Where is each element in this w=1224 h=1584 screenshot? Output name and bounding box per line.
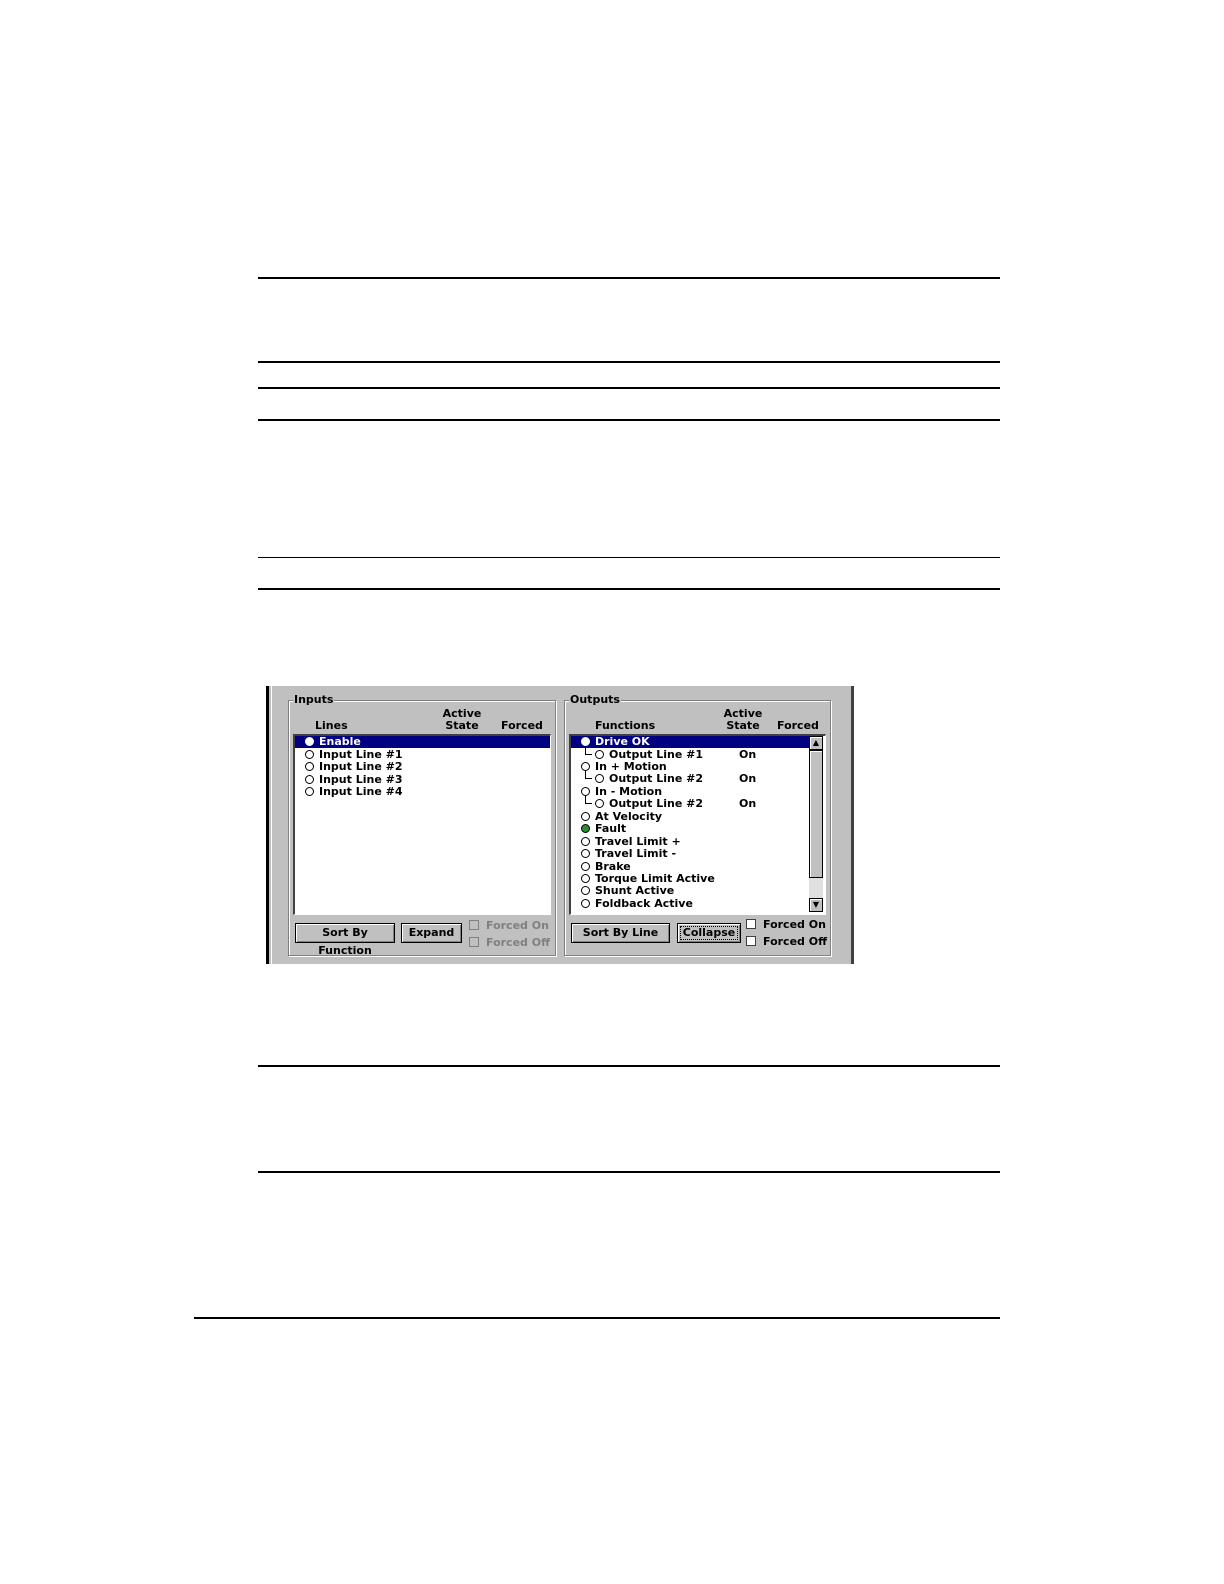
- inputs-forced-on-checkbox[interactable]: Forced On: [469, 919, 553, 933]
- status-circle-icon: [581, 862, 590, 871]
- status-circle-icon: [305, 762, 314, 771]
- checkbox-box: [746, 919, 756, 929]
- footer-rule: [194, 1317, 1000, 1319]
- status-circle-icon: [305, 787, 314, 796]
- tree-connector: [585, 747, 592, 755]
- status-circle-icon: [305, 775, 314, 784]
- inputs-forced-off-checkbox[interactable]: Forced Off: [469, 936, 553, 950]
- scrollbar-thumb[interactable]: [809, 750, 823, 878]
- inputs-group-title: Inputs: [293, 693, 335, 707]
- list-item[interactable]: Shunt Active: [571, 885, 809, 897]
- status-circle-icon: [581, 762, 590, 771]
- checkbox-box: [746, 936, 756, 946]
- sort-by-function-button[interactable]: Sort By Function: [295, 923, 395, 957]
- list-item[interactable]: Fault: [571, 823, 809, 835]
- status-circle-icon: [581, 812, 590, 821]
- outputs-group-title: Outputs: [569, 693, 621, 707]
- list-item[interactable]: Foldback Active: [571, 898, 809, 910]
- outputs-col-active-state: Active State: [723, 707, 763, 732]
- checkbox-box: [469, 937, 479, 947]
- status-circle-icon: [595, 799, 604, 808]
- inputs-col-forced: Forced: [501, 719, 543, 732]
- status-circle-icon: [595, 774, 604, 783]
- outputs-group: Outputs Functions Active State Forced Dr…: [564, 693, 831, 956]
- list-item[interactable]: Drive OK: [571, 736, 809, 748]
- io-dialog-screenshot: Inputs Lines Active State Forced Enable …: [266, 686, 867, 964]
- status-circle-icon: [581, 787, 590, 796]
- list-item[interactable]: Input Line #2: [295, 761, 550, 773]
- list-item[interactable]: Output Line #2 On: [571, 796, 809, 810]
- window-edge: [266, 686, 269, 964]
- status-circle-icon: [581, 886, 590, 895]
- horizontal-rule: [258, 419, 1000, 421]
- status-circle-icon: [581, 737, 590, 746]
- outputs-forced-on-checkbox[interactable]: Forced On: [746, 918, 826, 932]
- inputs-group: Inputs Lines Active State Forced Enable …: [288, 693, 556, 957]
- status-circle-icon: [581, 899, 590, 908]
- outputs-col-functions: Functions: [595, 719, 656, 732]
- tree-connector: [585, 771, 592, 779]
- outputs-listbox[interactable]: Drive OK Output Line #1 On In + Motion O…: [569, 734, 826, 915]
- list-item[interactable]: Output Line #2 On: [571, 771, 809, 785]
- status-circle-icon: [581, 837, 590, 846]
- sort-by-line-button[interactable]: Sort By Line: [571, 923, 670, 943]
- inputs-listbox[interactable]: Enable Input Line #1 Input Line #2 Input…: [293, 734, 551, 915]
- outputs-col-forced: Forced: [777, 719, 819, 732]
- horizontal-rule: [258, 557, 1000, 558]
- horizontal-rule: [258, 277, 1000, 279]
- horizontal-rule: [258, 1065, 1000, 1067]
- status-circle-icon: [581, 874, 590, 883]
- inputs-col-active-state: Active State: [442, 707, 482, 732]
- horizontal-rule: [258, 588, 1000, 590]
- collapse-button[interactable]: Collapse: [677, 923, 741, 943]
- scroll-up-arrow-icon[interactable]: ▲: [809, 736, 823, 750]
- list-item[interactable]: Travel Limit -: [571, 848, 809, 860]
- checkbox-box: [469, 920, 479, 930]
- expand-button[interactable]: Expand: [401, 923, 462, 943]
- inputs-col-lines: Lines: [315, 719, 348, 732]
- status-circle-icon: [595, 750, 604, 759]
- horizontal-rule: [258, 361, 1000, 363]
- status-circle-icon: [305, 750, 314, 759]
- outputs-forced-off-checkbox[interactable]: Forced Off: [746, 935, 827, 949]
- horizontal-rule: [258, 1171, 1000, 1173]
- status-circle-icon: [305, 737, 314, 746]
- outputs-scrollbar[interactable]: ▲ ▼: [809, 736, 823, 912]
- tree-connector: [585, 796, 592, 804]
- window-edge: [271, 686, 272, 964]
- fault-indicator-icon: [581, 824, 590, 833]
- status-circle-icon: [581, 849, 590, 858]
- list-item[interactable]: Enable: [295, 736, 550, 748]
- horizontal-rule: [258, 387, 1000, 389]
- scroll-down-arrow-icon[interactable]: ▼: [809, 898, 823, 912]
- list-item[interactable]: Input Line #4: [295, 786, 550, 798]
- window-edge: [854, 686, 867, 964]
